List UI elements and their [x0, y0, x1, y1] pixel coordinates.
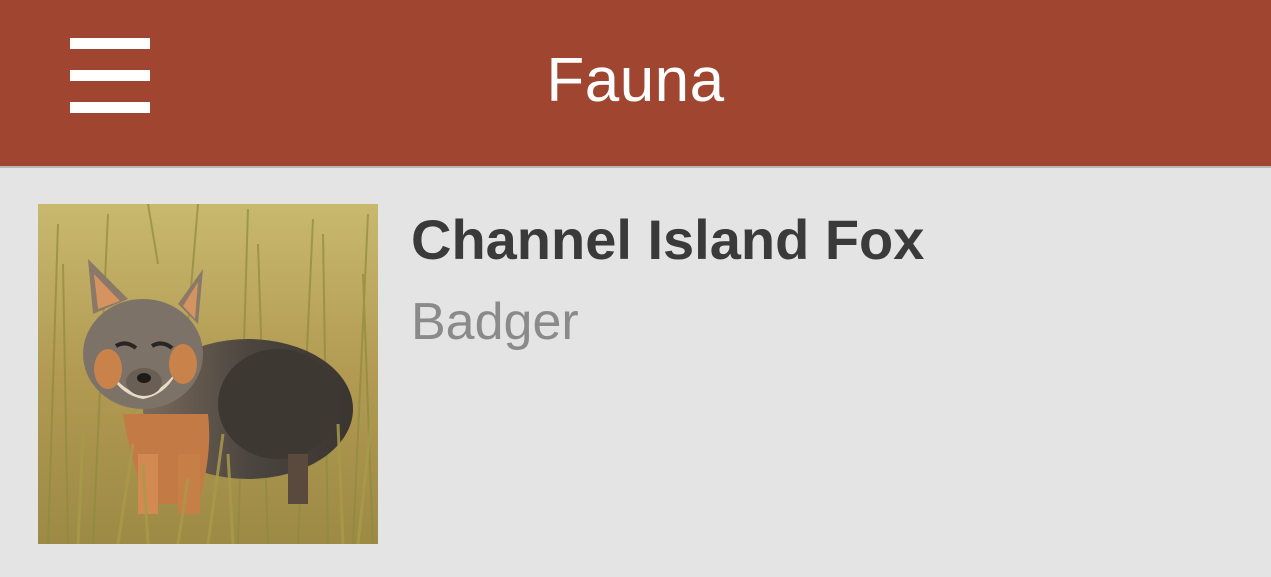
animal-name: Channel Island Fox	[411, 208, 925, 271]
top-nav-bar: Fauna	[0, 0, 1271, 168]
animal-list: Channel Island Fox Badger	[0, 170, 1271, 577]
page-title: Fauna	[546, 46, 725, 115]
list-item[interactable]: Channel Island Fox Badger	[0, 170, 1271, 577]
animal-subtitle: Badger	[411, 293, 579, 351]
fox-thumbnail-image	[38, 204, 378, 544]
